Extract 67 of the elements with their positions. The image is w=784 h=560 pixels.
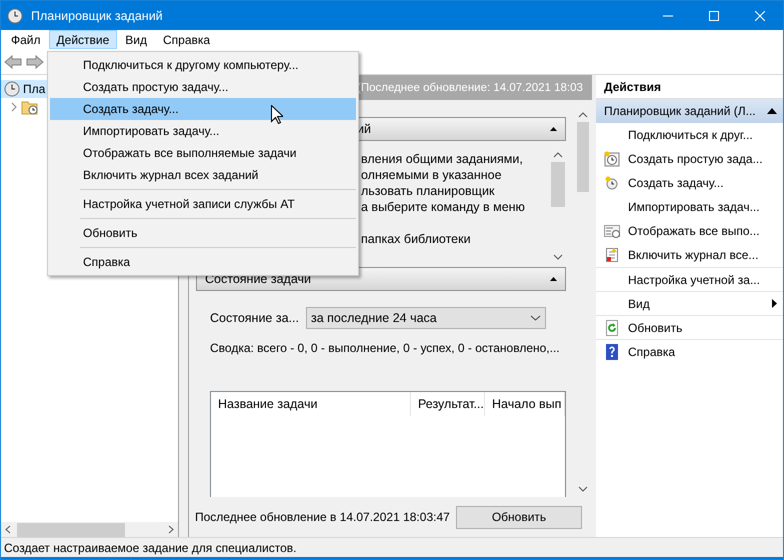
- action-item[interactable]: Настройка учетной за...: [596, 267, 783, 291]
- submenu-arrow-icon: [772, 299, 777, 308]
- column-header[interactable]: Результат...: [411, 392, 485, 416]
- action-item[interactable]: Вид: [596, 291, 783, 315]
- status-bar: Создает настраиваемое задание для специалистов.: [1, 537, 783, 559]
- column-header[interactable]: Начало вып: [485, 392, 565, 416]
- summary-text: Сводка: всего - 0, 0 - выполнение, 0 - успех, 0 - остановлено,...: [210, 341, 560, 355]
- scrollbar-thumb[interactable]: [577, 122, 589, 192]
- menu-item[interactable]: Файл: [3, 30, 49, 49]
- back-arrow-icon[interactable]: [4, 54, 22, 68]
- clock-icon: [604, 175, 620, 191]
- action-item[interactable]: Включить журнал все...: [596, 243, 783, 267]
- scroll-down-icon[interactable]: [553, 254, 563, 261]
- action-item[interactable]: Импортировать задач...: [596, 195, 783, 219]
- clock-icon: [4, 81, 20, 97]
- scroll-up-icon[interactable]: [553, 151, 563, 158]
- calendar-clock-icon: [604, 151, 620, 167]
- text-line: льзовать планировщик: [361, 183, 496, 199]
- mouse-cursor-icon: [271, 105, 283, 124]
- collapse-icon[interactable]: [550, 127, 557, 131]
- filter-label: Состояние за...: [210, 311, 296, 325]
- action-item[interactable]: Отображать все выпо...: [596, 219, 783, 243]
- menu-option[interactable]: Обновить: [50, 222, 356, 244]
- chevron-icon[interactable]: [10, 102, 18, 112]
- scroll-down-icon[interactable]: [578, 486, 588, 493]
- vertical-scrollbar[interactable]: [550, 151, 566, 261]
- text-line: олняемыми в указанное: [361, 167, 503, 183]
- folder-clock-icon: [21, 99, 39, 115]
- action-item[interactable]: Справка: [596, 339, 783, 363]
- column-header[interactable]: Название задачи: [211, 392, 411, 416]
- text-line: вления общими заданиями,: [361, 151, 524, 167]
- close-icon[interactable]: [755, 10, 765, 20]
- scroll-right-icon[interactable]: [168, 525, 174, 534]
- scrollbar-thumb[interactable]: [551, 162, 565, 207]
- action-item[interactable]: Создать простую зада...: [596, 147, 783, 171]
- list-clock-icon: [604, 223, 620, 239]
- log-icon: [604, 247, 620, 263]
- forward-arrow-icon[interactable]: [26, 54, 44, 68]
- text-line: папках библиотеки: [361, 231, 472, 247]
- menu-item[interactable]: Действие: [48, 30, 118, 49]
- menu-option[interactable]: Создать задачу...: [50, 98, 356, 120]
- chevron-down-icon[interactable]: [530, 315, 541, 321]
- refresh-button[interactable]: Обновить: [456, 506, 582, 528]
- last-update-text: Последнее обновление в 14.07.2021 18:03:47: [195, 510, 450, 524]
- menu-option[interactable]: Включить журнал всех заданий: [50, 164, 356, 186]
- tree-item[interactable]: Пла: [1, 80, 47, 98]
- scrollbar-thumb[interactable]: [17, 522, 125, 536]
- collapse-icon[interactable]: [767, 108, 777, 114]
- scroll-left-icon[interactable]: [5, 525, 11, 534]
- clock-icon: [7, 8, 23, 24]
- scroll-up-icon[interactable]: [578, 111, 588, 118]
- action-item[interactable]: Обновить: [596, 315, 783, 339]
- period-dropdown[interactable]: за последние 24 часа: [306, 307, 546, 329]
- maximize-icon[interactable]: [709, 10, 719, 20]
- text-line: а выберите команду в меню: [361, 199, 526, 215]
- menu-option[interactable]: Отображать все выполняемые задачи: [50, 142, 356, 164]
- menu-option[interactable]: Настройка учетной записи службы AT: [50, 193, 356, 215]
- refresh-icon: [604, 320, 620, 336]
- window-title: Планировщик заданий: [31, 8, 164, 22]
- collapse-icon[interactable]: [550, 277, 557, 281]
- horizontal-scrollbar[interactable]: [1, 522, 178, 537]
- help-icon: [604, 344, 620, 360]
- menu-item[interactable]: Вид: [117, 30, 155, 49]
- actions-group-header[interactable]: Планировщик заданий (Л...: [596, 99, 783, 123]
- action-item[interactable]: Подключиться к друг...: [596, 123, 783, 147]
- menu-item[interactable]: Справка: [155, 30, 218, 49]
- action-item[interactable]: Создать задачу...: [596, 171, 783, 195]
